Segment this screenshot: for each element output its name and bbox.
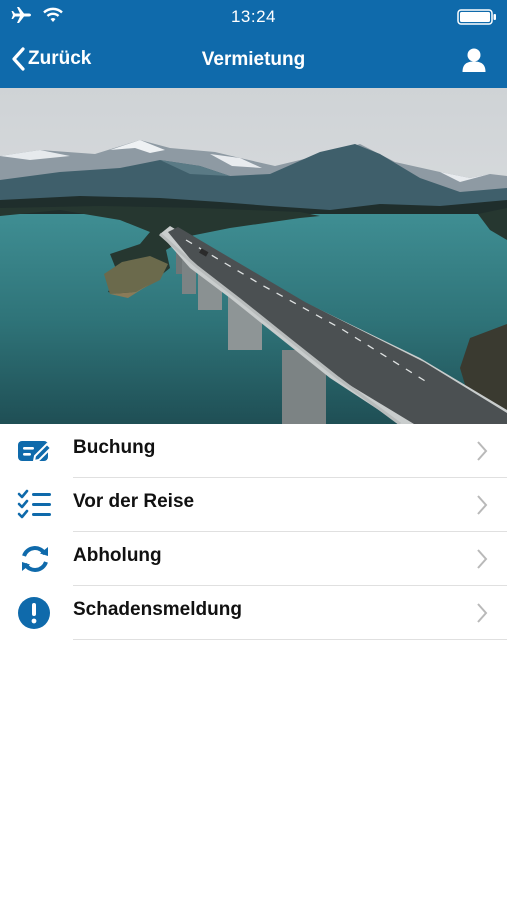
menu-list: Buchung Vor der Reise Abholung Schadensm… [0,424,507,640]
chevron-right-icon [477,549,488,569]
status-time: 13:24 [230,7,277,26]
menu-item-label: Abholung [73,545,162,566]
menu-item-buchung[interactable]: Buchung [18,424,507,478]
menu-item-abholung[interactable]: Abholung [22,532,507,586]
nav-bar: Zurück Vermietung [0,34,507,88]
menu-item-label: Buchung [73,437,156,458]
checklist-icon [17,489,51,519]
bridge-landscape-photo [0,88,507,424]
alert-icon [18,597,50,629]
menu-item-label: Schadensmeldung [73,599,242,620]
status-bar: 13:24 [0,0,507,34]
chevron-right-icon [477,603,488,623]
page-title: Vermietung [201,49,306,70]
hero-image [0,88,507,424]
user-icon[interactable] [461,47,487,73]
battery-icon [457,9,496,25]
menu-item-vor-der-reise[interactable]: Vor der Reise [17,478,507,532]
chevron-right-icon [477,495,488,515]
sync-icon [22,546,48,572]
menu-item-schadensmeldung[interactable]: Schadensmeldung [18,586,507,640]
chevron-right-icon [477,441,488,461]
edit-card-icon [18,441,53,463]
menu-item-label: Vor der Reise [73,491,195,512]
